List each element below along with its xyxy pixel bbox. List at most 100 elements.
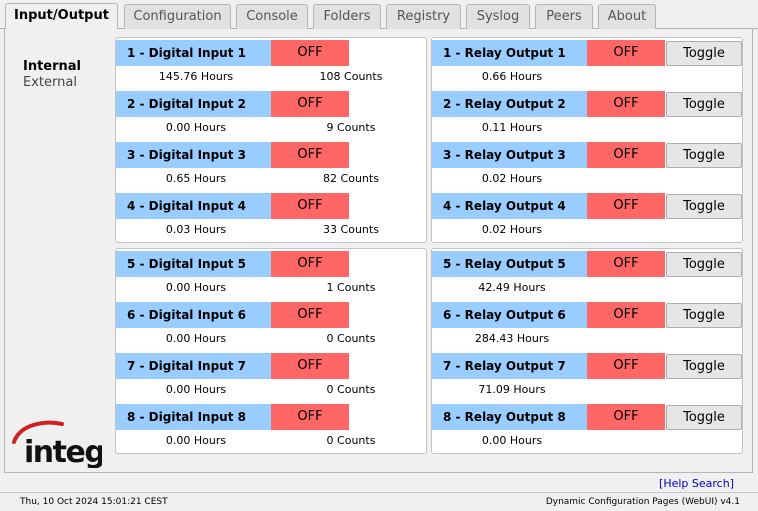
relay-state-badge: OFF xyxy=(587,40,665,66)
relay-state-badge: OFF xyxy=(587,353,665,379)
relay-toggle-button[interactable]: Toggle xyxy=(666,405,742,430)
input-label: 2 - Digital Input 2 xyxy=(116,91,271,117)
tab-peers[interactable]: Peers xyxy=(535,4,593,29)
relay-hours: 0.00 Hours xyxy=(481,434,543,447)
tab-folders[interactable]: Folders xyxy=(313,4,381,29)
input-counts: 0 Counts xyxy=(326,332,376,345)
input-state-badge: OFF xyxy=(271,193,349,219)
input-counts: 108 Counts xyxy=(319,70,383,83)
input-row: 7 - Digital Input 7 OFF 0.00 Hours 0 Counts xyxy=(116,353,426,404)
relay-row: 4 - Relay Output 4 OFF Toggle 0.02 Hours xyxy=(432,193,742,244)
relay-hours: 0.66 Hours xyxy=(481,70,543,83)
tab-input-output[interactable]: Input/Output xyxy=(5,3,118,30)
relay-state-badge: OFF xyxy=(587,404,665,430)
relay-row: 1 - Relay Output 1 OFF Toggle 0.66 Hours xyxy=(432,40,742,91)
input-state-badge: OFF xyxy=(271,40,349,66)
help-search-link[interactable]: [Help Search] xyxy=(659,477,734,490)
relay-state-badge: OFF xyxy=(587,91,665,117)
relay-state-badge: OFF xyxy=(587,302,665,328)
relay-label: 2 - Relay Output 2 xyxy=(432,91,587,117)
relay-toggle-button[interactable]: Toggle xyxy=(666,354,742,379)
relay-hours: 71.09 Hours xyxy=(478,383,546,396)
input-hours: 0.65 Hours xyxy=(165,172,227,185)
input-state-badge: OFF xyxy=(271,142,349,168)
input-hours: 0.00 Hours xyxy=(165,383,227,396)
input-row: 2 - Digital Input 2 OFF 0.00 Hours 9 Counts xyxy=(116,91,426,142)
input-hours: 0.00 Hours xyxy=(165,121,227,134)
relay-label: 3 - Relay Output 3 xyxy=(432,142,587,168)
relay-toggle-button[interactable]: Toggle xyxy=(666,252,742,277)
input-label: 5 - Digital Input 5 xyxy=(116,251,271,277)
input-counts: 0 Counts xyxy=(326,434,376,447)
tab-configuration[interactable]: Configuration xyxy=(124,4,231,29)
relay-label: 6 - Relay Output 6 xyxy=(432,302,587,328)
input-row: 3 - Digital Input 3 OFF 0.65 Hours 82 Count… xyxy=(116,142,426,193)
input-row: 8 - Digital Input 8 OFF 0.00 Hours 0 Counts xyxy=(116,404,426,455)
inputs-panel-2: 5 - Digital Input 5 OFF 0.00 Hours 1 Counts… xyxy=(115,248,427,454)
input-label: 3 - Digital Input 3 xyxy=(116,142,271,168)
input-counts: 9 Counts xyxy=(326,121,376,134)
input-hours: 145.76 Hours xyxy=(158,70,234,83)
input-label: 4 - Digital Input 4 xyxy=(116,193,271,219)
status-datetime: Thu, 10 Oct 2024 15:01:21 CEST xyxy=(20,497,168,507)
input-hours: 0.00 Hours xyxy=(165,434,227,447)
relays-panel-2: 5 - Relay Output 5 OFF Toggle 42.49 Hours 6 … xyxy=(431,248,743,454)
input-state-badge: OFF xyxy=(271,404,349,430)
relay-label: 7 - Relay Output 7 xyxy=(432,353,587,379)
relay-toggle-button[interactable]: Toggle xyxy=(666,194,742,219)
input-row: 5 - Digital Input 5 OFF 0.00 Hours 1 Counts xyxy=(116,251,426,302)
input-counts: 0 Counts xyxy=(326,383,376,396)
relay-row: 2 - Relay Output 2 OFF Toggle 0.11 Hours xyxy=(432,91,742,142)
relay-toggle-button[interactable]: Toggle xyxy=(666,143,742,168)
relays-panel-1: 1 - Relay Output 1 OFF Toggle 0.66 Hours 2 -… xyxy=(431,37,743,243)
relay-state-badge: OFF xyxy=(587,251,665,277)
input-row: 4 - Digital Input 4 OFF 0.03 Hours 33 Count… xyxy=(116,193,426,244)
relay-hours: 284.43 Hours xyxy=(474,332,550,345)
relay-toggle-button[interactable]: Toggle xyxy=(666,92,742,117)
tab-registry[interactable]: Registry xyxy=(386,4,461,29)
input-hours: 0.00 Hours xyxy=(165,281,227,294)
input-counts: 82 Counts xyxy=(323,172,379,185)
input-hours: 0.03 Hours xyxy=(165,223,227,236)
relay-label: 8 - Relay Output 8 xyxy=(432,404,587,430)
relay-label: 4 - Relay Output 4 xyxy=(432,193,587,219)
status-app-version: Dynamic Configuration Pages (WebUI) v4.1 xyxy=(545,497,740,507)
input-row: 6 - Digital Input 6 OFF 0.00 Hours 0 Counts xyxy=(116,302,426,353)
relay-state-badge: OFF xyxy=(587,142,665,168)
relay-label: 1 - Relay Output 1 xyxy=(432,40,587,66)
status-bar: Thu, 10 Oct 2024 15:01:21 CEST Dynamic C… xyxy=(0,492,758,511)
relay-state-badge: OFF xyxy=(587,193,665,219)
input-label: 8 - Digital Input 8 xyxy=(116,404,271,430)
nav-internal[interactable]: Internal xyxy=(23,59,81,75)
input-label: 6 - Digital Input 6 xyxy=(116,302,271,328)
relay-toggle-button[interactable]: Toggle xyxy=(666,303,742,328)
input-counts: 1 Counts xyxy=(326,281,376,294)
relay-hours: 0.11 Hours xyxy=(481,121,543,134)
input-row: 1 - Digital Input 1 OFF 145.76 Hours 108 Co… xyxy=(116,40,426,91)
relay-row: 6 - Relay Output 6 OFF Toggle 284.43 Hours xyxy=(432,302,742,353)
input-state-badge: OFF xyxy=(271,302,349,328)
input-label: 7 - Digital Input 7 xyxy=(116,353,271,379)
tab-console[interactable]: Console xyxy=(236,4,308,29)
input-label: 1 - Digital Input 1 xyxy=(116,40,271,66)
tab-about[interactable]: About xyxy=(598,4,656,29)
input-state-badge: OFF xyxy=(271,251,349,277)
logo-text: integ xyxy=(24,435,102,468)
relay-hours: 0.02 Hours xyxy=(481,223,543,236)
input-state-badge: OFF xyxy=(271,353,349,379)
tab-syslog[interactable]: Syslog xyxy=(466,4,530,29)
side-nav: Internal External xyxy=(23,59,81,91)
integ-logo: integ xyxy=(12,420,102,468)
relay-hours: 42.49 Hours xyxy=(478,281,546,294)
relay-row: 5 - Relay Output 5 OFF Toggle 42.49 Hours xyxy=(432,251,742,302)
inputs-panel-1: 1 - Digital Input 1 OFF 145.76 Hours 108 Co… xyxy=(115,37,427,243)
input-counts: 33 Counts xyxy=(323,223,379,236)
relay-row: 8 - Relay Output 8 OFF Toggle 0.00 Hours xyxy=(432,404,742,455)
nav-external[interactable]: External xyxy=(23,75,81,91)
relay-row: 3 - Relay Output 3 OFF Toggle 0.02 Hours xyxy=(432,142,742,193)
input-hours: 0.00 Hours xyxy=(165,332,227,345)
relay-label: 5 - Relay Output 5 xyxy=(432,251,587,277)
relay-toggle-button[interactable]: Toggle xyxy=(666,41,742,66)
relay-hours: 0.02 Hours xyxy=(481,172,543,185)
tab-bar: Input/Output Configuration Console Folde… xyxy=(0,0,758,30)
